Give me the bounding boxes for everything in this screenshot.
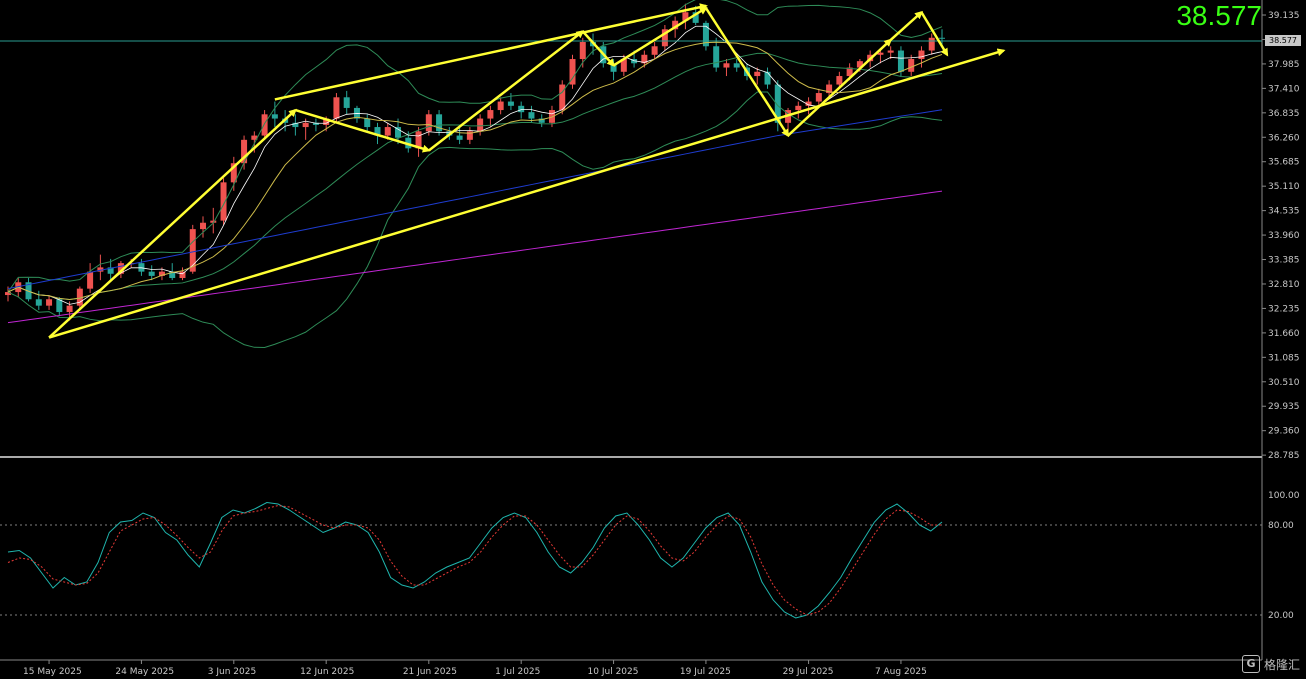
candle-body <box>815 93 822 102</box>
bollinger-upper-line <box>7 0 943 293</box>
candle-body <box>384 127 391 136</box>
watermark-text: 格隆汇 <box>1263 657 1300 672</box>
time-axis-label: 24 May 2025 <box>115 667 174 677</box>
price-axis-label: 35.685 <box>1268 158 1300 168</box>
price-axis-label: 32.810 <box>1268 280 1300 290</box>
candle-body <box>559 84 566 111</box>
ma-purple-line <box>7 190 943 324</box>
candle-body <box>754 71 761 77</box>
candle-body <box>271 114 278 119</box>
candle-body <box>887 50 894 53</box>
chart-canvas: 39.13538.56037.98537.41036.83536.26035.6… <box>0 0 1300 677</box>
candle-body <box>928 37 935 51</box>
price-axis-label: 29.935 <box>1268 402 1300 412</box>
candle-body <box>764 71 771 85</box>
current-price-tag: 38.577 <box>1265 35 1301 46</box>
time-axis-label: 19 Jul 2025 <box>680 667 731 677</box>
ma-fast-line <box>7 25 943 305</box>
candle-body <box>723 63 730 68</box>
candle-body <box>66 305 73 313</box>
price-axis-label: 33.385 <box>1268 256 1300 266</box>
candle-body <box>897 50 904 72</box>
price-axis-label: 32.235 <box>1268 304 1300 314</box>
candle-body <box>579 42 586 60</box>
trend-arrow <box>295 108 431 153</box>
candle-body <box>795 105 802 111</box>
price-axis-label: 39.135 <box>1268 11 1300 21</box>
candle-body <box>477 118 484 132</box>
candle-body <box>908 59 915 72</box>
trend-arrow <box>274 3 708 101</box>
ma-blue-line <box>7 109 943 290</box>
price-axis-label: 36.835 <box>1268 109 1300 119</box>
candle-body <box>302 122 309 128</box>
watermark-logo-icon: G <box>1241 655 1260 673</box>
price-axis-label: 37.410 <box>1268 84 1300 94</box>
time-axis-label: 3 Jun 2025 <box>208 667 256 677</box>
candle-body <box>651 46 658 55</box>
stoch-d-line <box>7 504 942 616</box>
candle-body <box>261 114 268 136</box>
time-axis-label: 29 Jul 2025 <box>783 667 834 677</box>
candle-body <box>918 50 925 60</box>
candle-body <box>333 97 340 119</box>
candle-body <box>56 299 63 313</box>
candle-body <box>836 76 843 85</box>
stoch-k-line <box>7 501 943 619</box>
axes: 39.13538.56037.98537.41036.83536.26035.6… <box>0 0 1300 677</box>
candle-body <box>179 271 186 279</box>
trend-arrow <box>704 7 790 138</box>
stochastic-pane <box>0 501 1262 619</box>
candle-body <box>35 299 42 306</box>
stoch-axis-label: 80.00 <box>1268 521 1294 531</box>
time-axis-label: 1 Jul 2025 <box>495 667 540 677</box>
bollinger-lower-line <box>7 91 943 349</box>
candle-body <box>518 105 525 113</box>
price-axis-label: 28.785 <box>1268 451 1300 461</box>
watermark: G 格隆汇 <box>1241 655 1300 673</box>
candle-body <box>456 135 463 140</box>
candle-body <box>200 222 207 230</box>
stoch-axis-label: 100.00 <box>1268 491 1300 501</box>
price-axis-label: 34.535 <box>1268 207 1300 217</box>
candle-body <box>487 110 494 119</box>
price-axis-label: 31.085 <box>1268 353 1300 363</box>
trend-arrow <box>787 38 893 137</box>
candle-body <box>87 271 94 289</box>
candle-body <box>425 114 432 132</box>
price-axis-label: 30.510 <box>1268 378 1300 388</box>
last-price-display: 38.577 <box>1176 0 1262 31</box>
candle-body <box>507 101 514 106</box>
bollinger-middle-line <box>7 52 943 300</box>
candle-body <box>148 271 155 276</box>
trend-arrow <box>48 48 1006 339</box>
candle-body <box>395 127 402 138</box>
price-axis-label: 36.260 <box>1268 133 1300 143</box>
price-axis-label: 33.960 <box>1268 231 1300 241</box>
price-axis-label: 31.660 <box>1268 329 1300 339</box>
candle-body <box>528 112 535 119</box>
price-axis-label: 37.985 <box>1268 60 1300 70</box>
price-axis-label: 29.360 <box>1268 427 1300 437</box>
time-axis-label: 12 Jun 2025 <box>300 667 354 677</box>
candle-body <box>138 263 145 272</box>
candle-body <box>364 118 371 128</box>
candle-body <box>497 101 504 111</box>
trend-arrows <box>48 3 1006 339</box>
trend-arrow <box>581 30 615 67</box>
candle-body <box>46 299 53 306</box>
candle-body <box>713 46 720 68</box>
time-axis-label: 15 May 2025 <box>23 667 82 677</box>
trend-arrow <box>48 108 297 339</box>
time-axis-label: 10 Jul 2025 <box>588 667 639 677</box>
candle-body <box>939 37 945 39</box>
stoch-axis-label: 20.00 <box>1268 611 1294 621</box>
time-axis-label: 21 Jun 2025 <box>403 667 457 677</box>
candle-body <box>733 63 740 68</box>
price-axis-label: 35.110 <box>1268 182 1300 192</box>
candle-body <box>343 97 350 108</box>
time-axis-label: 7 Aug 2025 <box>875 667 927 677</box>
